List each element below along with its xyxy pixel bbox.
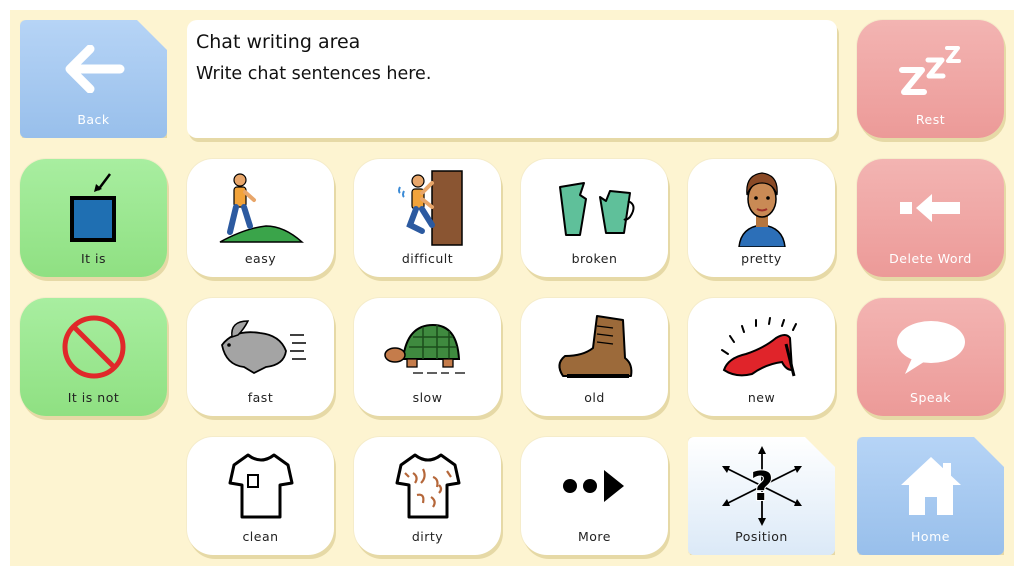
delete-arrow-icon [899,194,960,222]
speak-label: Speak [910,390,951,405]
word-clean[interactable]: clean [187,437,334,555]
home-icon [899,455,963,517]
position-label: Position [735,529,788,544]
word-broken[interactable]: broken [521,159,668,277]
old-label: old [584,390,605,405]
word-new[interactable]: new [688,298,835,416]
sleep-zzz-icon [898,46,961,95]
word-dirty[interactable]: dirty [354,437,501,555]
svg-text:?: ? [750,464,773,510]
broken-cup-icon [558,182,634,236]
chat-writing-area[interactable]: Chat writing area Write chat sentences h… [187,20,837,138]
slow-label: slow [412,390,443,405]
person-walking-uphill-icon [219,173,304,243]
position-button[interactable]: ? Position [688,437,835,555]
word-pretty[interactable]: pretty [688,159,835,277]
more-button[interactable]: More [521,437,668,555]
aac-board: Back Chat writing area Write chat senten… [10,10,1014,566]
pretty-label: pretty [741,251,782,266]
it-is-button[interactable]: It is [20,159,167,277]
new-label: new [747,390,776,405]
word-slow[interactable]: slow [354,298,501,416]
running-rabbit-icon [220,320,306,375]
speak-button[interactable]: Speak [857,298,1004,416]
word-fast[interactable]: fast [187,298,334,416]
clean-label: clean [242,529,279,544]
rest-label: Rest [915,112,946,127]
arrow-left-icon [62,45,126,93]
back-label: Back [77,112,110,127]
old-boot-icon [558,315,632,378]
back-button[interactable]: Back [20,20,167,138]
home-button[interactable]: Home [857,437,1004,555]
word-difficult[interactable]: difficult [354,159,501,277]
more-label: More [578,529,611,544]
speech-bubble-icon [896,321,965,374]
it-is-not-button[interactable]: It is not [20,298,167,416]
home-label: Home [911,529,950,544]
rest-button[interactable]: Rest [857,20,1004,138]
clean-shirt-icon [228,453,293,519]
difficult-label: difficult [401,251,454,266]
more-arrow-icon [562,470,624,502]
tortoise-icon [383,323,465,374]
broken-label: broken [571,251,618,266]
chat-title: Chat writing area [196,31,361,53]
it-is-label: It is [80,251,107,266]
prohibited-icon [62,315,125,379]
delete-word-button[interactable]: Delete Word [857,159,1004,277]
word-easy[interactable]: easy [187,159,334,277]
position-question-arrows-icon: ? [720,446,804,526]
chat-hint: Write chat sentences here. [196,64,432,84]
pointing-square-icon [69,173,116,242]
easy-label: easy [244,251,277,266]
pretty-woman-icon [737,172,786,247]
word-old[interactable]: old [521,298,668,416]
it-is-not-label: It is not [67,390,120,405]
new-shoe-icon [720,317,797,377]
dirty-shirt-icon [395,453,460,519]
person-climbing-wall-icon [397,170,463,246]
delete-word-label: Delete Word [889,251,972,266]
fast-label: fast [247,390,274,405]
dirty-label: dirty [411,529,444,544]
